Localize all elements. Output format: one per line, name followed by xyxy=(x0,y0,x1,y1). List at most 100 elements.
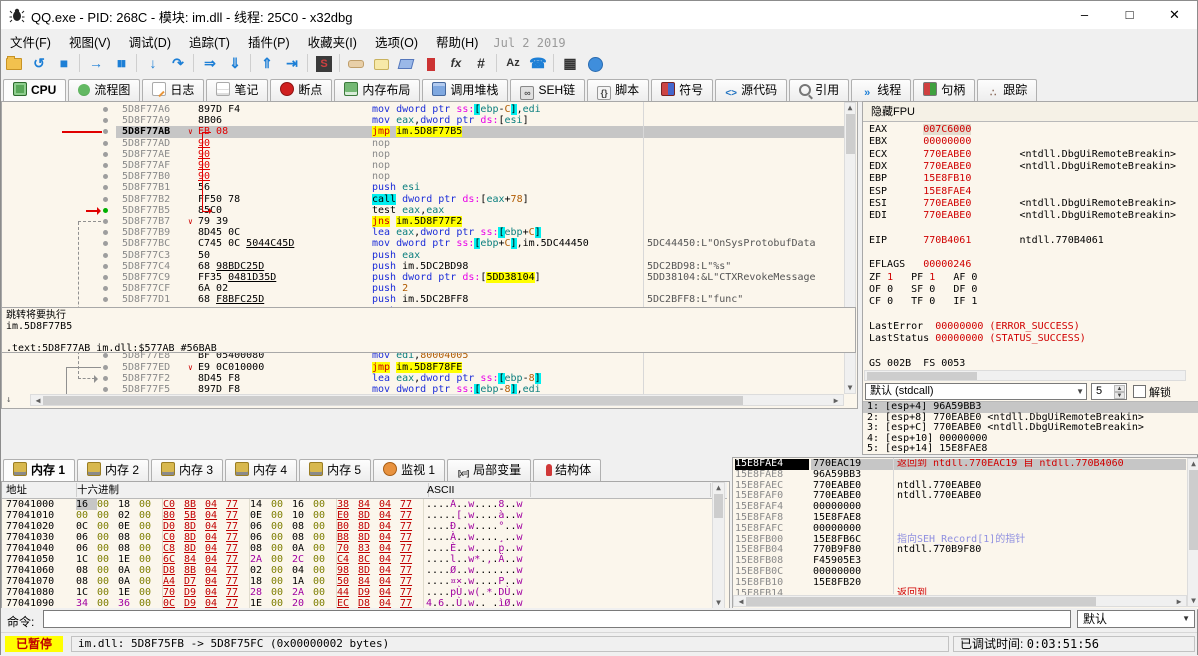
instruction-dot-icon[interactable] xyxy=(103,364,108,370)
instruction-bytes[interactable]: 897D F4 xyxy=(198,104,240,115)
disasm-row[interactable]: 5D8F77A6 897D F4 mov dword ptr ss:[ebp-C],… xyxy=(2,104,845,115)
tab-引用[interactable]: 引用 xyxy=(789,79,850,101)
instruction-dot-icon[interactable] xyxy=(103,174,108,180)
instruction-bytes[interactable]: 50 xyxy=(198,250,210,261)
bottom-tab-内存 1[interactable]: 内存 1 xyxy=(3,459,76,482)
disasm-hscrollbar[interactable]: ◀ ▶ xyxy=(30,394,844,406)
stack-row[interactable]: 15E8FB04 770B9F80 ntdll.770B9F80 xyxy=(733,545,1186,556)
scylla-icon[interactable]: S xyxy=(312,52,336,74)
instruction-dot-icon[interactable] xyxy=(103,263,108,269)
registers-pane[interactable]: 隐藏FPU EAX 007C6000 EBX 00000000 ECX 770EAB… xyxy=(862,101,1198,455)
tab-流程图[interactable]: 流程图 xyxy=(68,79,141,101)
disasm-row[interactable]: 5D8F77C3 50 push eax xyxy=(2,250,845,261)
animate-over-icon[interactable]: ⇓ xyxy=(223,52,247,74)
instruction-bytes[interactable]: 897D F8 xyxy=(198,384,240,394)
disasm-row[interactable]: 5D8F77F2 8D45 F8 lea eax,dword ptr ss:[ebp… xyxy=(2,372,845,384)
instruction-address[interactable]: 5D8F77A9 xyxy=(122,115,170,126)
instruction-comment[interactable]: 5DC44450:L"OnSysProtobufData xyxy=(647,238,843,249)
instruction-text[interactable]: push im.5DC2BD98 xyxy=(372,261,468,272)
instruction-comment[interactable]: 5DD38104:&L"CTXRevokeMessage xyxy=(647,272,843,283)
instruction-text[interactable]: test eax,eax xyxy=(372,205,444,216)
bottom-tab-监视 1[interactable]: 监视 1 xyxy=(373,459,446,481)
memory-row[interactable]: 77041040 06 00 08 00 C8 8D 04 77 08 00 0A 00 70 83 04 77… xyxy=(2,543,711,554)
stack-hscrollbar[interactable]: ◀ ▶ xyxy=(733,595,1187,607)
disasm-row[interactable]: 5D8F77F5 897D F8 mov dword ptr ss:[ebp-8],… xyxy=(2,384,845,394)
bottom-tab-内存 4[interactable]: 内存 4 xyxy=(225,459,298,481)
disasm-row[interactable]: 5D8F77B5 85C0 test eax,eax xyxy=(2,205,845,216)
tab-源代码[interactable]: <> 源代码 xyxy=(715,79,788,101)
instruction-bytes[interactable]: FF35 0481D35D xyxy=(198,272,276,283)
tab-CPU[interactable]: CPU xyxy=(3,79,67,102)
memory-row[interactable]: 77041020 0C 00 0E 00 D0 8D 04 77 06 00 08 00 B0 8D 04 77… xyxy=(2,521,711,532)
bottom-tab-内存 3[interactable]: 内存 3 xyxy=(151,459,224,481)
disasm-row[interactable]: 5D8F77B2 FF50 78 call dword ptr ds:[eax+78… xyxy=(2,193,845,205)
stack-row[interactable]: 15E8FAF4 00000000 xyxy=(733,501,1186,513)
patches-icon[interactable] xyxy=(344,52,368,74)
instruction-dot-icon[interactable] xyxy=(103,286,108,292)
memory-row[interactable]: 77041000 16 00 18 00 C0 8B 04 77 14 00 16 00 38 84 04 77… xyxy=(2,499,711,510)
memory-row[interactable]: 77041070 08 00 0A 00 A4 D7 04 77 18 00 1A 00 50 84 04 77… xyxy=(2,576,711,587)
pause-icon[interactable]: ▮▮ xyxy=(109,52,133,74)
register-EIP[interactable]: EIP 770B4061 ntdll.770B4061 xyxy=(869,235,1104,247)
instruction-dot-icon[interactable] xyxy=(103,375,108,381)
maximize-button[interactable]: □ xyxy=(1107,1,1152,29)
instruction-text[interactable]: nop xyxy=(372,149,390,160)
instruction-bytes[interactable]: 68 F8BFC25D xyxy=(198,294,264,305)
laststatus-row[interactable]: LastStatus 00000000 (STATUS_SUCCESS) xyxy=(869,333,1086,345)
instruction-address[interactable]: 5D8F77AD xyxy=(122,138,170,149)
instruction-comment[interactable]: 5DC2BFF8:L"func" xyxy=(647,294,843,305)
disassembly-pane[interactable]: 5D8F77A6 897D F4 mov dword ptr ss:[ebp-C],… xyxy=(1,101,858,409)
disasm-row[interactable]: 5D8F77C9 FF35 0481D35D push dword ptr ds:[… xyxy=(2,272,845,283)
instruction-address[interactable]: 5D8F77F2 xyxy=(122,373,170,384)
instruction-dot-icon[interactable] xyxy=(103,196,108,202)
tab-脚本[interactable]: {} 脚本 xyxy=(587,79,650,101)
instruction-text[interactable]: nop xyxy=(372,138,390,149)
hide-fpu-button[interactable]: 隐藏FPU xyxy=(863,102,1198,122)
command-input[interactable] xyxy=(43,610,1071,628)
instruction-text[interactable]: mov dword ptr ss:[ebp-8],edi xyxy=(372,384,541,394)
instruction-address[interactable]: 5D8F77B7 xyxy=(122,216,170,227)
instruction-bytes[interactable]: 8B06 xyxy=(198,115,222,126)
register-EBX[interactable]: EBX 00000000 xyxy=(869,136,971,148)
memory-row[interactable]: 77041010 00 00 02 00 80 5B 04 77 0E 00 10 00 E0 8D 04 77… xyxy=(2,510,711,521)
memory-dump-rows[interactable]: 77041000 16 00 18 00 C0 8B 04 77 14 00 16 00 38 84 04 77… xyxy=(2,499,711,608)
disasm-row[interactable]: 5D8F77AE 90 nop xyxy=(2,149,845,160)
instruction-text[interactable]: mov eax,dword ptr ds:[esi] xyxy=(372,115,529,126)
instruction-text[interactable]: lea eax,dword ptr ss:[ebp+C] xyxy=(372,227,541,239)
instruction-address[interactable]: 5D8F77B2 xyxy=(122,194,170,205)
registers-hscrollbar[interactable] xyxy=(864,370,1186,381)
disasm-row[interactable]: 5D8F77B9 8D45 0C lea eax,dword ptr ss:[ebp… xyxy=(2,227,845,239)
register-EBP[interactable]: EBP 15E8FB10 xyxy=(869,173,971,185)
disasm-row[interactable]: 5D8F77BC C745 0C 5044C45D mov dword ptr ss… xyxy=(2,238,845,250)
flags-row[interactable]: CF 0 TF 0 IF 1 xyxy=(869,296,977,308)
instruction-address[interactable]: 5D8F77B5 xyxy=(122,205,170,216)
instruction-dot-icon[interactable] xyxy=(103,140,108,146)
stack-row[interactable]: 15E8FAFC 00000000 xyxy=(733,523,1186,535)
register-EFLAGS[interactable]: EFLAGS 00000246 xyxy=(869,259,971,271)
disasm-row[interactable]: ∨ 5D8F77ED E9 0C010000 jmp im.5D8F78FE xyxy=(2,361,845,373)
instruction-text[interactable]: lea eax,dword ptr ss:[ebp-8] xyxy=(372,372,541,384)
stack-row[interactable]: 15E8FAE8 96A59BB3 xyxy=(733,469,1186,481)
memory-dump-pane[interactable]: 地址 十六进制 ASCII 77041000 16 00 18 00 C0 8B 04 77 14… xyxy=(1,481,730,610)
instruction-address[interactable]: 5D8F77AB xyxy=(122,126,170,137)
instruction-bytes[interactable]: 68 98BDC25D xyxy=(198,261,264,272)
instruction-text[interactable]: nop xyxy=(372,160,390,171)
animate-into-icon[interactable]: ⇒ xyxy=(198,52,222,74)
checkbox-icon[interactable] xyxy=(1133,385,1146,398)
register-ESI[interactable]: ESI 770EABE0 <ntdll.DbgUiRemoteBreakin> xyxy=(869,198,1176,210)
call-arg-row[interactable]: 1: [esp+4] 96A59BB3 xyxy=(863,402,1198,413)
instruction-dot-icon[interactable] xyxy=(103,163,108,168)
memory-row[interactable]: 77041090 34 00 36 00 0C D9 04 77 1E 00 20 00 EC D8 04 77… xyxy=(2,598,711,608)
instruction-bytes[interactable]: 79 39 xyxy=(198,216,228,227)
tab-句柄[interactable]: 句柄 xyxy=(913,79,976,101)
tab-内存布局[interactable]: 内存布局 xyxy=(334,79,421,101)
instruction-text[interactable]: push esi xyxy=(372,182,420,193)
instruction-address[interactable]: 5D8F77ED xyxy=(122,362,170,373)
stack-rows[interactable]: 15E8FAE4 770EAC19 返回到 ntdll.770EAC19 自 ntd… xyxy=(733,459,1186,595)
instruction-address[interactable]: 5D8F77C9 xyxy=(122,272,170,283)
stepper-down-icon[interactable]: ▼ xyxy=(1114,392,1125,399)
instruction-bytes[interactable]: C745 0C 5044C45D xyxy=(198,238,294,249)
instruction-dot-icon[interactable] xyxy=(103,185,108,191)
instruction-address[interactable]: 5D8F77BC xyxy=(122,238,170,249)
instruction-text[interactable]: jns im.5D8F77F2 xyxy=(372,216,463,227)
